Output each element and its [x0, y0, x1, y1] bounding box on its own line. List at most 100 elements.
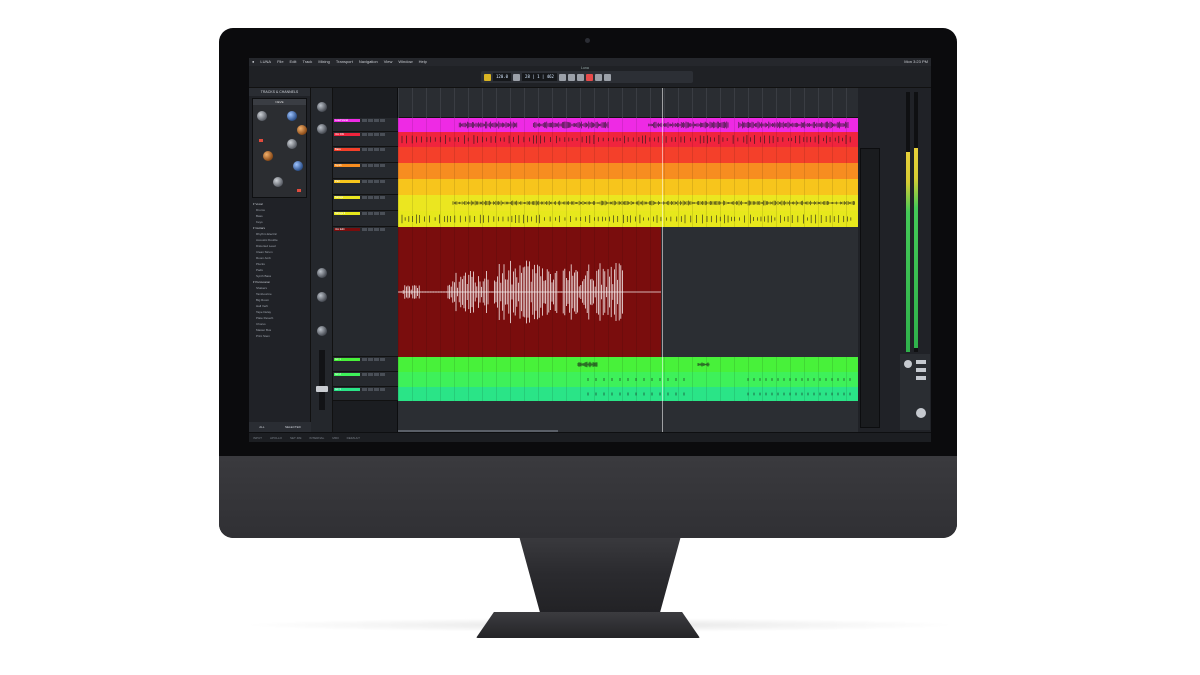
solo-button[interactable] — [368, 133, 373, 136]
playhead[interactable] — [662, 88, 663, 432]
menu-help[interactable]: Help — [416, 58, 430, 66]
mute-button[interactable] — [362, 373, 367, 376]
track-header[interactable]: Strings 2 — [333, 211, 398, 227]
solo-button[interactable] — [368, 373, 373, 376]
tempo-readout[interactable]: 120.0 — [493, 73, 512, 81]
lf-knob[interactable] — [287, 139, 297, 149]
solo-button[interactable] — [368, 164, 373, 167]
mid-knob[interactable] — [297, 125, 307, 135]
track-header[interactable]: Gtr 3 — [333, 387, 398, 401]
insert-knob[interactable] — [317, 268, 327, 278]
trim-knob[interactable] — [263, 151, 273, 161]
rec-arm-button[interactable] — [374, 180, 379, 183]
menu-edit[interactable]: Edit — [287, 58, 300, 66]
track-name[interactable]: Bass — [334, 148, 360, 151]
input-button[interactable] — [380, 373, 385, 376]
phase-led[interactable] — [259, 139, 263, 142]
input-button[interactable] — [380, 212, 385, 215]
menu-track[interactable]: Track — [299, 58, 315, 66]
solo-button[interactable] — [368, 212, 373, 215]
hf-knob[interactable] — [287, 111, 297, 121]
rewind-button[interactable] — [558, 73, 566, 81]
menu-view[interactable]: View — [381, 58, 396, 66]
input-button[interactable] — [380, 388, 385, 391]
rec-arm-button[interactable] — [374, 373, 379, 376]
input-button[interactable] — [380, 228, 385, 231]
all-button[interactable]: ALL — [259, 425, 264, 429]
track-name[interactable]: Strings 2 — [334, 212, 360, 215]
track-lane[interactable] — [398, 211, 858, 227]
track-lane[interactable] — [398, 147, 858, 163]
mute-button[interactable] — [362, 133, 367, 136]
track-header[interactable]: Strings — [333, 195, 398, 211]
freq-knob[interactable] — [293, 161, 303, 171]
rec-arm-button[interactable] — [374, 212, 379, 215]
track-name[interactable]: Gtr 3 — [334, 388, 360, 391]
track-name[interactable]: Strings — [334, 196, 360, 199]
track-lane[interactable] — [398, 163, 858, 179]
solo-button[interactable] — [368, 119, 373, 122]
volume-knob[interactable] — [916, 408, 926, 418]
track-name[interactable]: Synth — [334, 164, 360, 167]
track-header[interactable]: Bass — [333, 147, 398, 163]
punch-button[interactable] — [594, 73, 602, 81]
track-header[interactable]: Gtr 1 — [333, 357, 398, 372]
menu-file[interactable]: File — [274, 58, 286, 66]
track-name[interactable]: Gtr 2 — [334, 373, 360, 376]
input-button[interactable] — [380, 119, 385, 122]
app-menu[interactable]: LUNA — [257, 58, 274, 66]
mute-button[interactable] — [362, 180, 367, 183]
solo-button[interactable] — [368, 228, 373, 231]
cycle-button[interactable] — [603, 73, 611, 81]
track-header[interactable]: Vox Dbl — [333, 132, 398, 147]
monitor-knob[interactable] — [904, 360, 912, 368]
dim-button[interactable] — [916, 360, 926, 364]
solo-button[interactable] — [368, 388, 373, 391]
selected-button[interactable]: SELECTED — [285, 425, 301, 429]
menu-navigation[interactable]: Navigation — [356, 58, 381, 66]
input-button[interactable] — [380, 148, 385, 151]
track-name[interactable]: Pad — [334, 180, 360, 183]
track-lane[interactable] — [398, 132, 858, 147]
channel-fader-cap[interactable] — [316, 386, 328, 392]
mute-button[interactable] — [362, 119, 367, 122]
mute-button[interactable] — [362, 164, 367, 167]
mute-button[interactable] — [362, 388, 367, 391]
input-button[interactable] — [380, 133, 385, 136]
input-button[interactable] — [380, 180, 385, 183]
mute-button[interactable] — [362, 358, 367, 361]
input-knob[interactable] — [317, 102, 327, 112]
rec-arm-button[interactable] — [374, 133, 379, 136]
track-header[interactable]: Vox Edit — [333, 227, 398, 357]
input-button[interactable] — [380, 164, 385, 167]
rec-arm-button[interactable] — [374, 228, 379, 231]
track-name[interactable]: Gtr 1 — [334, 358, 360, 361]
browser-list-item[interactable]: Print Stem — [252, 333, 307, 339]
output-knob[interactable] — [273, 177, 283, 187]
send-knob[interactable] — [317, 124, 327, 134]
record-button[interactable] — [585, 73, 593, 81]
pan-knob[interactable] — [317, 326, 327, 336]
solo-button[interactable] — [368, 358, 373, 361]
track-name[interactable]: Vox Dbl — [334, 133, 360, 136]
track-lane[interactable] — [398, 179, 858, 195]
mute-button[interactable] — [362, 148, 367, 151]
track-lane[interactable] — [398, 357, 858, 372]
track-header[interactable]: Lead Vocal — [333, 118, 398, 132]
mute-button[interactable] — [362, 212, 367, 215]
mono-button[interactable] — [916, 368, 926, 372]
track-name[interactable]: Vox Edit — [334, 228, 360, 231]
track-header[interactable]: Gtr 2 — [333, 372, 398, 387]
menu-transport[interactable]: Transport — [333, 58, 356, 66]
mute-button[interactable] — [362, 228, 367, 231]
track-lane[interactable] — [398, 227, 858, 357]
gain-knob[interactable] — [257, 111, 267, 121]
rec-arm-button[interactable] — [374, 196, 379, 199]
track-header[interactable]: Synth — [333, 163, 398, 179]
track-lane[interactable] — [398, 387, 858, 401]
rec-arm-button[interactable] — [374, 358, 379, 361]
menu-mixing[interactable]: Mixing — [315, 58, 333, 66]
track-name[interactable]: Lead Vocal — [334, 119, 360, 122]
track-lane[interactable] — [398, 118, 858, 132]
mute-button[interactable] — [916, 376, 926, 380]
